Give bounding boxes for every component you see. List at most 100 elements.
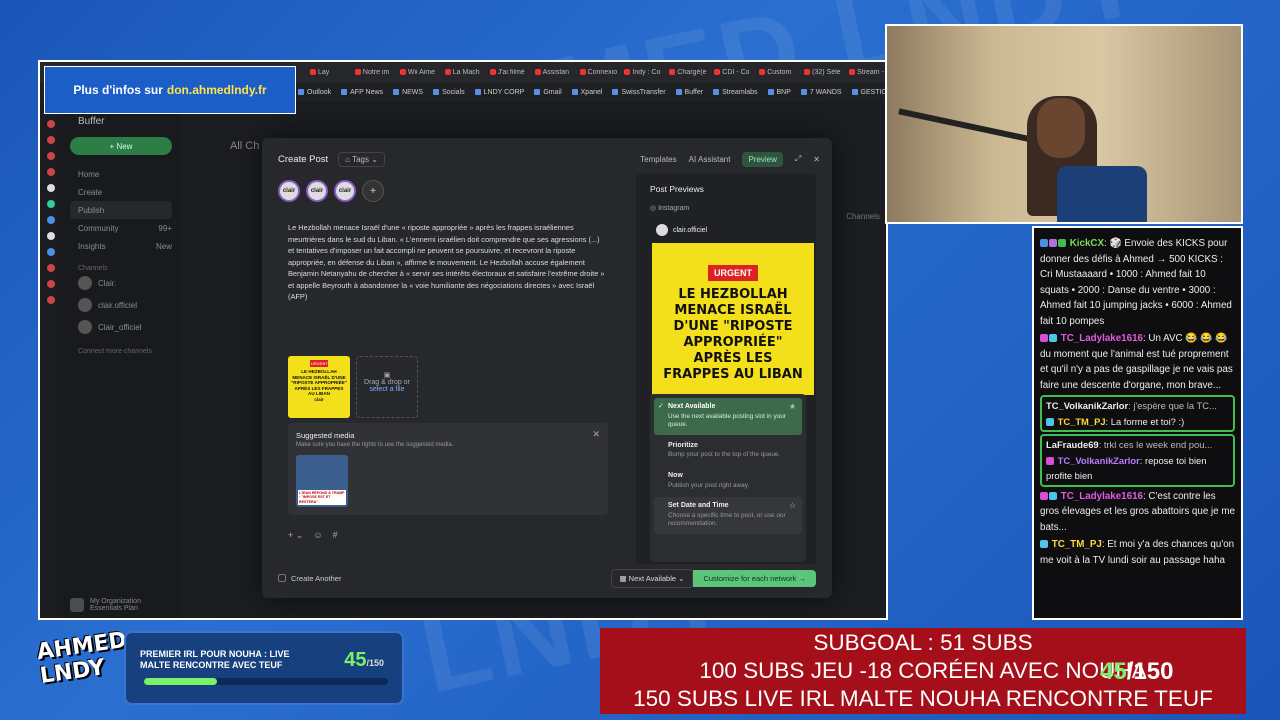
chat-username: TC_TM_PJ — [1051, 539, 1102, 550]
tab-label: CDI - Co — [722, 68, 750, 76]
sidebar-item-create[interactable]: Create — [70, 183, 172, 201]
option-prioritize[interactable]: Prioritize Bump your post to the top of t… — [654, 437, 802, 465]
sidebar-item-home[interactable]: Home — [70, 165, 172, 183]
bookmark-item[interactable]: Outlook — [298, 89, 331, 96]
templates-button[interactable]: Templates — [640, 155, 676, 164]
create-another-checkbox[interactable] — [278, 574, 286, 582]
app-icon[interactable] — [47, 136, 55, 144]
option-set-date-time[interactable]: ☆ Set Date and Time Choose a specific time… — [654, 497, 802, 534]
sidebar-channel[interactable]: Clair_officiel — [70, 316, 172, 338]
close-suggested-icon[interactable]: ✕ — [592, 429, 600, 440]
app-icon[interactable] — [47, 120, 55, 128]
option-next-available[interactable]: ✓ ★ Next Available Use the next available p… — [654, 398, 802, 435]
bookmark-label: 7 WANDS — [809, 88, 842, 96]
browser-tab[interactable]: Stream - — [849, 69, 886, 76]
browser-tab[interactable]: Assistan — [534, 69, 576, 76]
customize-button[interactable]: Customize for each network → — [693, 569, 816, 587]
bookmark-item[interactable]: Socials — [433, 89, 465, 96]
star-icon[interactable]: ☆ — [789, 502, 796, 511]
browser-tab[interactable]: Notre im — [354, 68, 396, 76]
discord-icon[interactable] — [47, 216, 55, 224]
browser-tab[interactable]: Connexio — [579, 69, 621, 76]
suggested-media-title: Suggested media — [296, 431, 355, 440]
chat-text: : j'espère que la TC... — [1128, 400, 1217, 411]
bookmark-label: Streamlabs — [722, 88, 758, 96]
channel-avatar[interactable]: clair — [334, 180, 356, 202]
connect-more-label[interactable]: Connect more channels — [70, 348, 172, 355]
whatsapp-icon[interactable] — [47, 200, 55, 208]
select-file-link[interactable]: select a file — [357, 386, 417, 393]
app-icon[interactable] — [47, 264, 55, 272]
irl-progress-fill — [144, 678, 218, 685]
media-thumbnail[interactable]: URGENT LE HEZBOLLAH MENACE ISRAËL D'UNE … — [288, 356, 350, 418]
sidebar-channel[interactable]: clair.officiel — [70, 294, 172, 316]
ai-assistant-button[interactable]: AI Assistant — [689, 155, 731, 164]
add-channel-button[interactable]: + — [362, 180, 384, 202]
bookmark-item[interactable]: Buffer — [675, 89, 703, 96]
bookmark-item[interactable]: NEWS — [393, 89, 423, 96]
x-icon[interactable] — [47, 232, 55, 240]
bookmark-item[interactable]: SwissTransfer — [612, 89, 666, 96]
telegram-icon[interactable] — [47, 248, 55, 256]
browser-tab[interactable]: (32) Séle — [804, 69, 845, 76]
subgoal-banner: SUBGOAL : 51 SUBS 100 SUBS JEU -18 CORÉE… — [600, 628, 1246, 714]
bookmark-item[interactable]: BNP — [767, 89, 791, 96]
bookmark-item[interactable]: 7 WANDS — [800, 88, 842, 96]
browser-tab[interactable]: Wii Aime — [399, 69, 441, 76]
bookmark-icon — [851, 89, 858, 95]
expand-icon[interactable]: ⤢ — [795, 154, 801, 164]
app-icon[interactable] — [47, 296, 55, 304]
add-icon[interactable]: + ⌄ — [288, 530, 303, 541]
bookmark-icon — [341, 89, 348, 95]
bookmark-item[interactable]: AFP News — [341, 89, 383, 96]
tab-label: Notre im — [362, 68, 390, 76]
hashtag-icon[interactable]: # — [333, 530, 338, 541]
schedule-options-menu: ✓ ★ Next Available Use the next available p… — [650, 394, 806, 562]
media-dropzone[interactable]: ▣ Drag & drop or select a file — [356, 356, 418, 418]
post-text-editor[interactable]: Le Hezbollah menace Israël d'une « ripos… — [288, 222, 606, 303]
channel-avatar[interactable]: clair — [278, 180, 300, 202]
tags-button[interactable]: ⌂ Tags ⌄ — [338, 151, 385, 167]
sidebar-item-label: Community — [78, 223, 119, 233]
app-icon[interactable] — [47, 152, 55, 160]
preview-button[interactable]: Preview — [742, 151, 783, 167]
tab-label: Lay — [318, 68, 330, 76]
subgoal-current: 45 — [1100, 658, 1127, 685]
channel-avatar[interactable]: clair — [306, 180, 328, 202]
bookmark-item[interactable]: Streamlabs — [713, 88, 758, 96]
badge-icon — [1040, 540, 1048, 548]
app-icon[interactable] — [47, 184, 55, 192]
sidebar-channel[interactable]: Clair. — [70, 272, 172, 294]
tab-favicon — [310, 69, 316, 75]
browser-tab[interactable]: Custom — [759, 69, 800, 76]
info-link: don.ahmedlndy.fr — [166, 83, 267, 97]
chat-username: TC_Ladylake1616 — [1060, 333, 1143, 344]
sidebar-item-community[interactable]: Community 99+ — [70, 219, 172, 237]
sidebar-item-label: Insights — [78, 241, 106, 251]
sidebar-item-publish[interactable]: Publish — [70, 201, 172, 219]
preview-network-label: Instagram — [658, 205, 690, 212]
bookmark-item[interactable]: LNDY CORP — [474, 89, 524, 96]
browser-tab[interactable]: J'ai filmé — [489, 69, 531, 76]
suggested-media-item[interactable]: L'IRAN RÉPOND À TRUMP : "IMPOSE EST ET R… — [296, 455, 348, 507]
browser-tab[interactable]: La Mach — [444, 69, 486, 76]
browser-tab[interactable]: Lay — [310, 69, 351, 76]
tags-label: Tags — [352, 154, 369, 164]
schedule-dropdown[interactable]: ▦ Next Available ⌄ — [610, 568, 694, 588]
browser-tab[interactable]: Chargé(e — [669, 69, 710, 76]
bookmark-item[interactable]: GESTION STREAM — [851, 89, 886, 96]
option-now[interactable]: Now Publish your post right away. — [654, 467, 802, 495]
sidebar-item-insights[interactable]: Insights New — [70, 237, 172, 255]
star-icon[interactable]: ★ — [789, 402, 796, 412]
organization-switcher[interactable]: My Organization Essentials Plan — [70, 598, 141, 612]
app-icon[interactable] — [47, 168, 55, 176]
bookmark-item[interactable]: Xpanel — [571, 89, 602, 96]
channels-filter[interactable]: Channels — [846, 212, 880, 221]
new-button[interactable]: + New — [70, 137, 172, 155]
emoji-icon[interactable]: ☺ — [313, 530, 322, 541]
browser-tab[interactable]: CDI - Co — [714, 69, 755, 76]
close-icon[interactable]: ✕ — [813, 155, 820, 164]
browser-tab[interactable]: Indy : Co — [624, 69, 665, 76]
bookmark-item[interactable]: Gmail — [534, 89, 562, 96]
app-icon[interactable] — [47, 280, 55, 288]
